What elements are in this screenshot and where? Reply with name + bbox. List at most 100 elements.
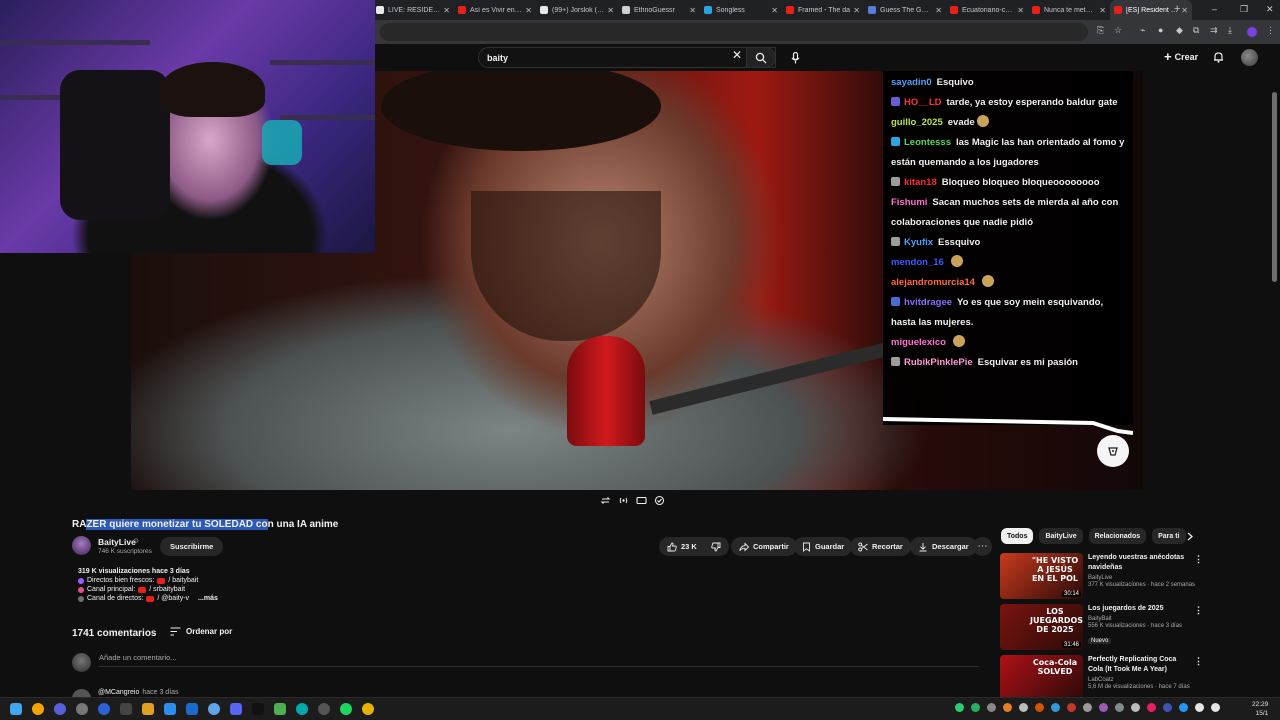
- close-tab-icon[interactable]: ✕: [443, 6, 450, 15]
- tray-icon[interactable]: [1131, 703, 1140, 712]
- tray-icon[interactable]: [1179, 703, 1188, 712]
- video-thumbnail[interactable]: LOS JUEGARDOS DE 2025 31:46: [1000, 604, 1083, 650]
- tray-icon[interactable]: [1003, 703, 1012, 712]
- install-icon[interactable]: ⎘: [1097, 25, 1104, 36]
- spotify-icon[interactable]: [340, 703, 352, 715]
- create-button[interactable]: + Crear: [1164, 49, 1198, 64]
- network-icon[interactable]: [1195, 703, 1204, 712]
- subscribe-button[interactable]: Suscribirme: [160, 537, 224, 556]
- start-menu-icon[interactable]: [10, 703, 22, 715]
- like-dislike-button[interactable]: 23 K: [659, 537, 729, 556]
- add-comment-input[interactable]: Añade un comentario...: [99, 653, 979, 667]
- video-title[interactable]: Los juegardos de 2025: [1088, 604, 1192, 614]
- channel-avatar[interactable]: [72, 536, 91, 555]
- more-actions-icon[interactable]: ⋯: [973, 537, 992, 556]
- close-tab-icon[interactable]: ✕: [771, 6, 778, 15]
- maximize-button[interactable]: ❐: [1240, 4, 1248, 15]
- notifications-button[interactable]: [1213, 50, 1224, 68]
- video-menu-icon[interactable]: ⋮: [1194, 605, 1203, 616]
- browser-tab[interactable]: Guess The Game ✕: [864, 0, 946, 20]
- theater-mode-icon[interactable]: [636, 495, 647, 506]
- close-tab-icon[interactable]: ✕: [607, 6, 614, 15]
- tray-icon[interactable]: [987, 703, 996, 712]
- tray-icon[interactable]: [1147, 703, 1156, 712]
- tray-icon[interactable]: [1035, 703, 1044, 712]
- filter-chip[interactable]: Todos: [1001, 528, 1034, 544]
- comment-author[interactable]: @MCangreio: [98, 689, 139, 696]
- browser-tab[interactable]: Framed - The da ✕: [782, 0, 864, 20]
- close-tab-icon[interactable]: ✕: [935, 6, 942, 15]
- browser-tab[interactable]: (99+) Jorslok (@c ✕: [536, 0, 618, 20]
- browser-tab[interactable]: Ecuatoriano-cata ✕: [946, 0, 1028, 20]
- clear-search-icon[interactable]: ✕: [732, 48, 742, 62]
- browser-tab[interactable]: LIVE: RESIDENT ✕: [372, 0, 454, 20]
- close-tab-icon[interactable]: ✕: [1017, 6, 1024, 15]
- loop-icon[interactable]: [600, 495, 611, 506]
- app-icon[interactable]: [76, 703, 88, 715]
- chrome-icon[interactable]: [362, 703, 374, 715]
- recommended-video[interactable]: Coca-Cola SOLVED Perfectly Replicating Co…: [1000, 655, 1205, 701]
- tray-icon[interactable]: [1051, 703, 1060, 712]
- new-tab-button[interactable]: +: [1174, 3, 1180, 15]
- recommended-video[interactable]: LOS JUEGARDOS DE 2025 31:46 Los juegardos …: [1000, 604, 1205, 650]
- tray-icon[interactable]: [1019, 703, 1028, 712]
- discord-icon[interactable]: [230, 703, 242, 715]
- show-more-link[interactable]: ...más: [198, 595, 218, 602]
- video-title[interactable]: Perfectly Replicating Coca Cola (It Took…: [1088, 655, 1192, 675]
- video-title[interactable]: Leyendo vuestras anécdotas navideñas: [1088, 553, 1192, 573]
- recommended-video[interactable]: "HE VISTO A JESÚS EN EL POL 30:14 Leyendo …: [1000, 553, 1205, 599]
- tiktok-icon[interactable]: [252, 703, 264, 715]
- chevron-right-icon[interactable]: [1184, 529, 1196, 543]
- audio-track-icon[interactable]: [618, 495, 629, 506]
- description-link[interactable]: / srbaitybait: [149, 586, 185, 593]
- omnibox[interactable]: [380, 23, 1088, 41]
- clip-button[interactable]: Recortar: [850, 537, 911, 556]
- voice-search-button[interactable]: [786, 48, 805, 67]
- app-icon[interactable]: [274, 703, 286, 715]
- save-button[interactable]: Guardar: [794, 537, 853, 556]
- filter-chip[interactable]: BaityLive: [1039, 528, 1083, 544]
- close-tab-icon[interactable]: ✕: [525, 6, 532, 15]
- video-thumbnail[interactable]: "HE VISTO A JESÚS EN EL POL 30:14: [1000, 553, 1083, 599]
- channel-name[interactable]: LabCoatz: [1088, 677, 1192, 683]
- tray-icon[interactable]: [1067, 703, 1076, 712]
- downloads-icon[interactable]: ⤓: [1228, 25, 1232, 36]
- extension-icon[interactable]: ◆: [1176, 25, 1183, 36]
- thumbs-down-icon[interactable]: [711, 542, 721, 552]
- description-link[interactable]: / baitybait: [168, 577, 198, 584]
- file-explorer-icon[interactable]: [142, 703, 154, 715]
- close-tab-icon[interactable]: ✕: [853, 6, 860, 15]
- video-description[interactable]: 319 K visualizaciones hace 3 días Direct…: [72, 568, 332, 602]
- video-menu-icon[interactable]: ⋮: [1194, 554, 1203, 565]
- filter-chip[interactable]: Relacionados: [1088, 528, 1147, 544]
- channel-name[interactable]: BaityBait: [1088, 616, 1192, 622]
- video-menu-icon[interactable]: ⋮: [1194, 656, 1203, 667]
- close-tab-icon[interactable]: ✕: [1099, 6, 1106, 15]
- search-button[interactable]: [746, 47, 776, 68]
- extension-icon[interactable]: ⌁: [1140, 25, 1145, 36]
- system-clock[interactable]: 22:29 15/1: [1252, 700, 1268, 718]
- channel-name[interactable]: BaityLive: [1088, 575, 1192, 581]
- bookmark-star-icon[interactable]: ☆: [1114, 25, 1122, 36]
- browser-tab[interactable]: Así es Vivir en un ✕: [454, 0, 536, 20]
- settings-icon[interactable]: [654, 495, 665, 506]
- chrome-menu-icon[interactable]: ⋮: [1266, 25, 1275, 36]
- description-link[interactable]: / @baity-v: [157, 595, 189, 602]
- app-icon[interactable]: [54, 703, 66, 715]
- app-icon[interactable]: [208, 703, 220, 715]
- channel-name[interactable]: BaityLive: [98, 537, 136, 547]
- page-scrollbar[interactable]: [1272, 92, 1277, 282]
- app-icon[interactable]: [98, 703, 110, 715]
- video-thumbnail[interactable]: Coca-Cola SOLVED: [1000, 655, 1083, 701]
- app-icon[interactable]: [318, 703, 330, 715]
- tray-icon[interactable]: [1115, 703, 1124, 712]
- minimize-button[interactable]: –: [1212, 4, 1217, 14]
- extensions-puzzle-icon[interactable]: ⧉: [1193, 25, 1199, 36]
- volume-icon[interactable]: [1211, 703, 1220, 712]
- close-tab-icon[interactable]: ✕: [1181, 6, 1188, 15]
- close-window-button[interactable]: ✕: [1266, 4, 1274, 15]
- tray-icon[interactable]: [1163, 703, 1172, 712]
- app-icon[interactable]: [296, 703, 308, 715]
- extension-icon[interactable]: ●: [1158, 25, 1163, 35]
- reading-list-icon[interactable]: ⇉: [1210, 25, 1218, 36]
